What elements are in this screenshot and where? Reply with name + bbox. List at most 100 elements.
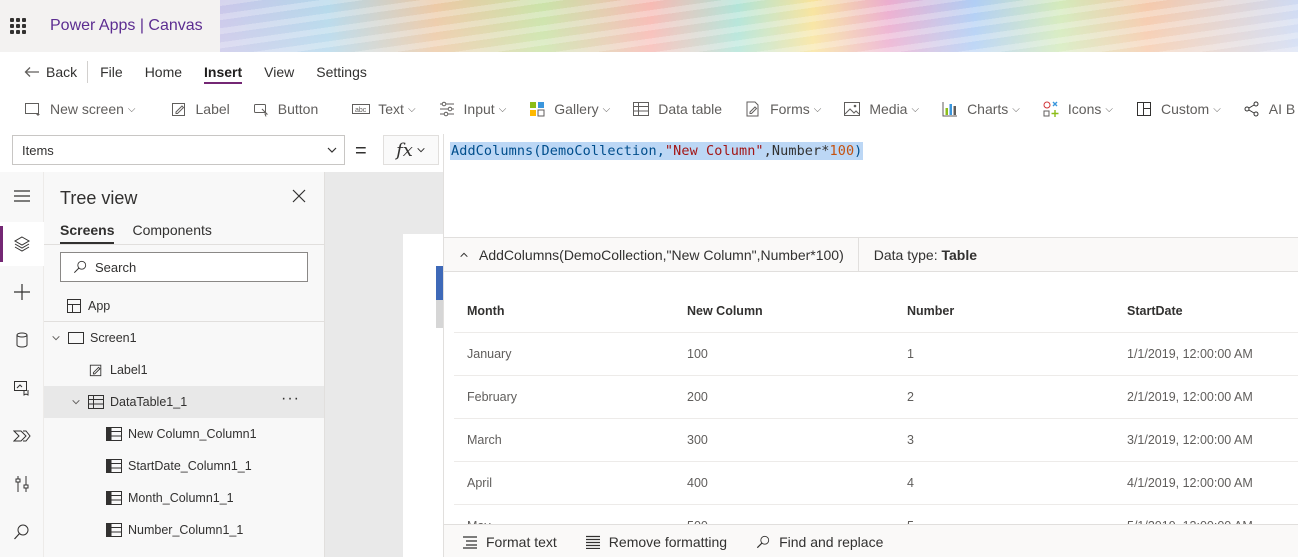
chevron-down-icon: ⌵: [602, 103, 611, 115]
menu-settings[interactable]: Settings: [316, 52, 367, 92]
chevron-down-icon[interactable]: [50, 332, 62, 344]
tree-node-screen1[interactable]: Screen1: [44, 322, 324, 354]
insert-text-button[interactable]: abc Text ⌵: [352, 101, 416, 117]
table-cell: 5: [907, 519, 914, 526]
chevron-down-icon[interactable]: [70, 396, 82, 408]
table-cell: 3/1/2019, 12:00:00 AM: [1127, 433, 1253, 447]
format-text-button[interactable]: Format text: [462, 534, 557, 550]
function-button[interactable]: fx: [383, 135, 439, 165]
menu-insert[interactable]: Insert: [204, 52, 243, 92]
insert-button-button[interactable]: Button: [252, 101, 318, 117]
data-table-icon: [88, 394, 104, 410]
insert-media-button[interactable]: Media ⌵: [843, 101, 919, 117]
left-nav-rail: [0, 172, 44, 557]
design-canvas[interactable]: [325, 172, 443, 557]
formula-close-part: ): [854, 143, 863, 159]
more-options-icon[interactable]: ···: [281, 391, 300, 407]
plus-icon: [14, 284, 30, 300]
advanced-tools-rail-button[interactable]: [0, 462, 44, 506]
menu-view[interactable]: View: [264, 52, 294, 92]
column-header: Number: [907, 304, 955, 318]
search-rail-button[interactable]: [0, 510, 44, 554]
tree-tabs: Screens Components: [60, 222, 212, 244]
table-header-row: Month New Column Number StartDate: [454, 290, 1298, 333]
tab-screens[interactable]: Screens: [60, 222, 115, 244]
power-automate-rail-button[interactable]: [0, 414, 44, 458]
chevron-up-icon[interactable]: [459, 250, 469, 260]
remove-formatting-button[interactable]: Remove formatting: [585, 534, 727, 550]
app-launcher-icon[interactable]: [10, 18, 26, 34]
app-icon: [66, 298, 82, 314]
custom-label: Custom: [1160, 101, 1210, 117]
column-icon: [106, 490, 122, 506]
tree-node-column[interactable]: New Column_Column1: [44, 418, 324, 450]
table-row: April 400 4 4/1/2019, 12:00:00 AM: [454, 462, 1298, 505]
svg-text:abc: abc: [355, 107, 367, 114]
formula-footer-toolbar: Format text Remove formatting Find and r…: [444, 524, 1298, 557]
app-title[interactable]: Power Apps | Canvas: [50, 17, 203, 35]
tree-node-column[interactable]: Number_Column1_1: [44, 514, 324, 546]
back-arrow-icon: [24, 67, 39, 77]
table-cell: March: [467, 433, 502, 447]
formula-text[interactable]: AddColumns(DemoCollection,"New Column",N…: [450, 142, 864, 160]
insert-charts-button[interactable]: Charts ⌵: [941, 101, 1020, 117]
menu-home[interactable]: Home: [145, 52, 182, 92]
insert-custom-button[interactable]: Custom ⌵: [1135, 101, 1221, 117]
chevron-down-icon: [417, 147, 425, 153]
tree-search-box[interactable]: [60, 252, 308, 282]
button-label: Button: [277, 101, 319, 117]
search-icon: [756, 535, 770, 548]
label-icon: [88, 362, 104, 378]
table-cell: May: [467, 519, 491, 526]
tree-node-app[interactable]: App: [44, 290, 324, 322]
menu-file[interactable]: File: [100, 52, 123, 92]
media-library-icon: [14, 381, 29, 396]
formula-editor[interactable]: AddColumns(DemoCollection,"New Column",N…: [443, 134, 1298, 237]
insert-rail-button[interactable]: [0, 270, 44, 314]
tree-view-button[interactable]: [0, 222, 44, 266]
property-dropdown[interactable]: Items: [12, 135, 345, 165]
table-cell: 100: [687, 347, 708, 361]
tree-node-label1[interactable]: Label1: [44, 354, 324, 386]
new-screen-button[interactable]: New screen ⌵: [24, 101, 136, 117]
close-icon[interactable]: [291, 188, 307, 204]
tree-node-column[interactable]: Month_Column1_1: [44, 482, 324, 514]
table-cell: 200: [687, 390, 708, 404]
insert-forms-button[interactable]: Forms ⌵: [744, 101, 821, 117]
tab-components[interactable]: Components: [132, 222, 211, 244]
tools-icon: [15, 476, 29, 492]
insert-input-button[interactable]: Input ⌵: [438, 101, 506, 117]
icons-label: Icons: [1067, 101, 1102, 117]
ai-builder-label: AI B: [1268, 101, 1296, 117]
tree-node-label: Number_Column1_1: [128, 523, 244, 537]
back-button[interactable]: Back: [24, 52, 77, 92]
gallery-label: Gallery: [554, 101, 599, 117]
find-and-replace-button[interactable]: Find and replace: [755, 534, 883, 550]
tree-node-datatable1-1[interactable]: DataTable1_1 ···: [44, 386, 324, 418]
insert-gallery-button[interactable]: Gallery ⌵: [528, 101, 610, 117]
media-label: Media: [869, 101, 908, 117]
formula-function-part: AddColumns(DemoCollection,: [451, 143, 665, 159]
table-cell: 4/1/2019, 12:00:00 AM: [1127, 476, 1253, 490]
insert-icons-button[interactable]: Icons ⌵: [1042, 101, 1113, 117]
result-header[interactable]: AddColumns(DemoCollection,"New Column",N…: [444, 237, 1298, 272]
insert-data-table-button[interactable]: Data table: [632, 101, 722, 117]
equals-sign: =: [355, 140, 367, 162]
format-text-label: Format text: [486, 533, 557, 550]
hamburger-button[interactable]: [0, 174, 44, 218]
tree-search-input[interactable]: [95, 259, 295, 275]
insert-ai-builder-button[interactable]: AI B: [1243, 101, 1295, 117]
tree-node-label: App: [88, 299, 111, 313]
insert-label-button[interactable]: Label: [170, 101, 230, 117]
formula-plain-part: ,Number*: [763, 143, 830, 159]
search-icon: [14, 524, 29, 540]
media-rail-button[interactable]: [0, 366, 44, 410]
find-and-replace-label: Find and replace: [779, 533, 884, 550]
canvas-table-row: [436, 300, 443, 328]
tree-node-label: DataTable1_1: [110, 395, 188, 409]
tree-node-column[interactable]: StartDate_Column1_1: [44, 450, 324, 482]
remove-formatting-label: Remove formatting: [608, 533, 728, 550]
data-rail-button[interactable]: [0, 318, 44, 362]
menu-divider: [87, 61, 89, 83]
media-icon: [843, 101, 861, 117]
